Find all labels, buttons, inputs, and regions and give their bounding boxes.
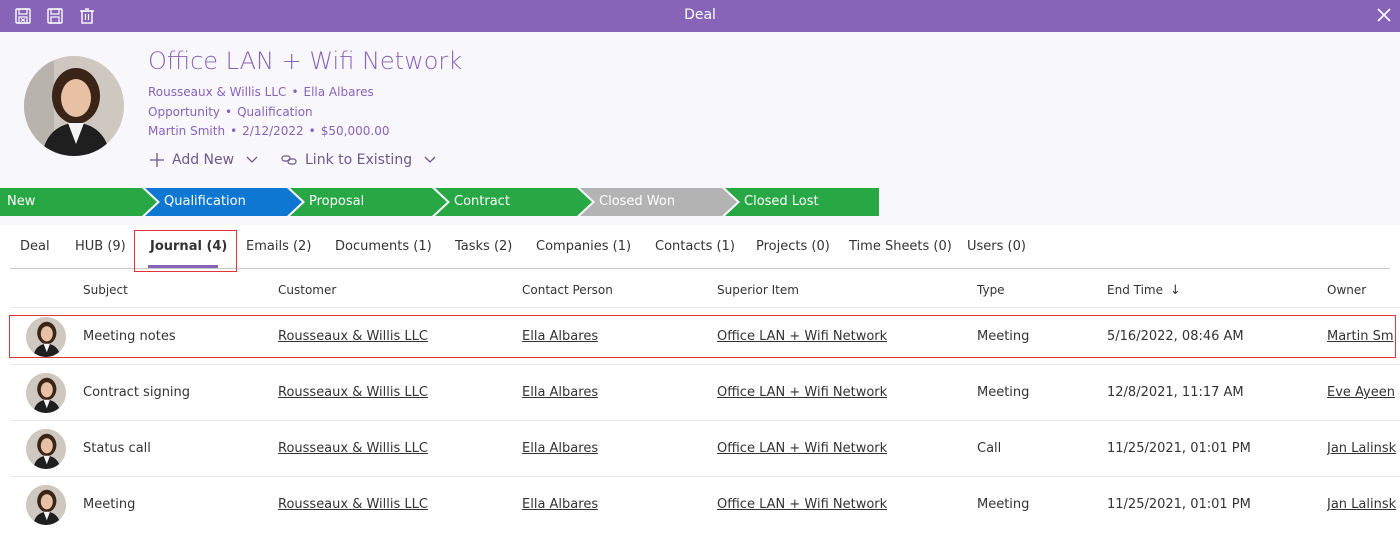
row-contact-link[interactable]: Ella Albares	[522, 497, 598, 512]
meta-stage-line: Opportunity • Qualification	[148, 105, 313, 119]
row-customer-link[interactable]: Rousseaux & Willis LLC	[278, 441, 428, 456]
avatar	[26, 429, 66, 469]
window-title: Deal	[684, 7, 716, 23]
plus-icon	[150, 153, 164, 167]
company-link[interactable]: Rousseaux & Willis LLC	[148, 85, 286, 99]
row-superior-link[interactable]: Office LAN + Wifi Network	[717, 441, 887, 456]
column-end-time[interactable]: End Time ↓	[1107, 283, 1181, 298]
owner-link[interactable]: Martin Smith	[148, 124, 225, 138]
stage-qualification[interactable]: Qualification	[142, 188, 246, 216]
add-new-label: Add New	[172, 152, 235, 168]
meta-company-line: Rousseaux & Willis LLC • Ella Albares	[148, 85, 374, 99]
tab-tasks[interactable]: Tasks (2)	[455, 239, 512, 254]
deal-date: 2/12/2022	[242, 124, 304, 138]
link-icon	[281, 155, 297, 165]
tab-time-sheets[interactable]: Time Sheets (0)	[849, 239, 952, 254]
title-bar: Deal	[0, 0, 1400, 32]
column-customer[interactable]: Customer	[278, 283, 336, 297]
page-title: Office LAN + Wifi Network	[148, 47, 463, 75]
row-customer-link[interactable]: Rousseaux & Willis LLC	[278, 385, 428, 400]
row-owner-link[interactable]: Jan Lalinsk	[1327, 497, 1400, 512]
column-contact-person[interactable]: Contact Person	[522, 283, 613, 297]
deal-amount: $50,000.00	[320, 124, 390, 138]
row-owner-link[interactable]: Jan Lalinsk	[1327, 441, 1400, 456]
row-subject[interactable]: Meeting	[83, 497, 135, 512]
tab-contacts[interactable]: Contacts (1)	[655, 239, 735, 254]
row-type: Call	[977, 441, 1002, 456]
column-superior-item[interactable]: Superior Item	[717, 283, 799, 297]
stage-closed-lost[interactable]: Closed Lost	[722, 188, 819, 216]
table-row[interactable]: Meeting Rousseaux & Willis LLC Ella Alba…	[10, 477, 1400, 533]
row-type: Meeting	[977, 385, 1030, 400]
add-new-button[interactable]: Add New	[149, 152, 265, 168]
column-owner[interactable]: Owner	[1327, 283, 1366, 297]
row-contact-link[interactable]: Ella Albares	[522, 441, 598, 456]
column-subject[interactable]: Subject	[83, 283, 128, 297]
close-icon[interactable]	[1374, 5, 1394, 25]
tab-emails[interactable]: Emails (2)	[246, 239, 311, 254]
row-owner-link[interactable]: Eve Ayeen	[1327, 385, 1400, 400]
row-contact-link[interactable]: Ella Albares	[522, 385, 598, 400]
tab-documents[interactable]: Documents (1)	[335, 239, 432, 254]
tab-projects[interactable]: Projects (0)	[756, 239, 830, 254]
stage-new[interactable]: New	[0, 188, 35, 216]
link-existing-button[interactable]: Link to Existing	[281, 152, 443, 168]
header-divider	[10, 307, 1400, 308]
row-customer-link[interactable]: Rousseaux & Willis LLC	[278, 497, 428, 512]
avatar	[26, 485, 66, 525]
row-type: Meeting	[977, 497, 1030, 512]
chevron-down-icon[interactable]	[246, 156, 258, 164]
row-end-time: 12/8/2021, 11:17 AM	[1107, 385, 1244, 400]
avatar	[26, 373, 66, 413]
tab-highlight-box	[134, 230, 237, 272]
row-end-time: 11/25/2021, 01:01 PM	[1107, 441, 1251, 456]
column-type[interactable]: Type	[977, 283, 1005, 297]
link-existing-label: Link to Existing	[305, 152, 413, 168]
stage-closed-won[interactable]: Closed Won	[577, 188, 675, 216]
stage-proposal[interactable]: Proposal	[287, 188, 364, 216]
row-superior-link[interactable]: Office LAN + Wifi Network	[717, 385, 887, 400]
chevron-down-icon[interactable]	[424, 156, 436, 164]
tab-users[interactable]: Users (0)	[967, 239, 1026, 254]
avatar	[24, 56, 124, 156]
row-superior-link[interactable]: Office LAN + Wifi Network	[717, 497, 887, 512]
stage-label: Qualification	[237, 105, 313, 119]
row-highlight-box	[9, 315, 1396, 358]
tab-hub[interactable]: HUB (9)	[75, 239, 126, 254]
tab-deal[interactable]: Deal	[20, 239, 50, 254]
category-label: Opportunity	[148, 105, 221, 119]
row-subject[interactable]: Contract signing	[83, 385, 190, 400]
row-subject[interactable]: Status call	[83, 441, 151, 456]
meta-owner-line: Martin Smith • 2/12/2022 • $50,000.00	[148, 124, 390, 138]
sort-desc-icon: ↓	[1169, 283, 1181, 298]
stage-contract[interactable]: Contract	[432, 188, 510, 216]
contact-link[interactable]: Ella Albares	[304, 85, 374, 99]
tab-companies[interactable]: Companies (1)	[536, 239, 631, 254]
table-row[interactable]: Status call Rousseaux & Willis LLC Ella …	[10, 421, 1400, 477]
column-end-time-label: End Time	[1107, 283, 1163, 297]
table-row[interactable]: Contract signing Rousseaux & Willis LLC …	[10, 365, 1400, 421]
row-end-time: 11/25/2021, 01:01 PM	[1107, 497, 1251, 512]
